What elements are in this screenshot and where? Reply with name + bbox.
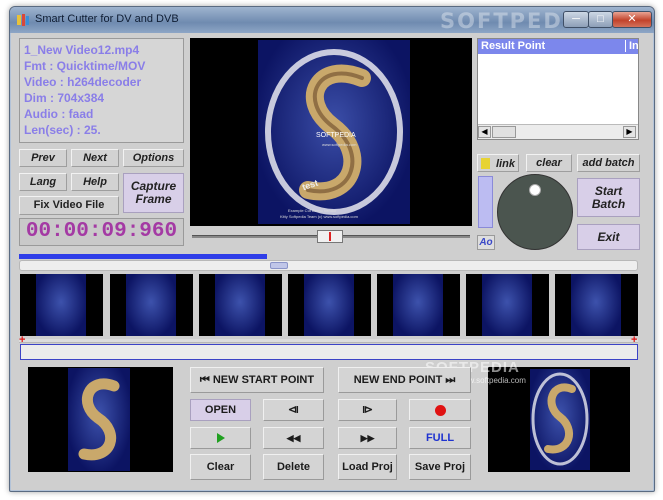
start-batch-button[interactable]: Start Batch: [577, 178, 640, 217]
capture-frame-button[interactable]: Capture Frame: [123, 173, 184, 213]
minimize-button[interactable]: ─: [563, 11, 589, 28]
file-info-panel: 1_New Video12.mp4 Fmt : Quicktime/MOV Vi…: [19, 38, 184, 143]
delete-button[interactable]: Delete: [263, 454, 324, 480]
client-area: 1_New Video12.mp4 Fmt : Quicktime/MOV Vi…: [11, 33, 653, 490]
position-slider-marker: [329, 232, 331, 241]
timecode-display: 00:00:09:960: [19, 218, 184, 246]
info-audio-codec: Audio : faad: [24, 107, 94, 121]
thumbnail-image: [126, 274, 176, 336]
app-window: Smart Cutter for DV and DVB SOFTPEDIA ─ …: [9, 6, 655, 492]
video-caption-line-1: Example Cut Demo Vendor: [288, 208, 337, 213]
new-start-point-button[interactable]: ⏮ NEW START POINT: [190, 367, 324, 393]
play-button[interactable]: [190, 427, 251, 449]
step-forward-frame-button[interactable]: ⧐: [338, 399, 397, 421]
playback-progress-bar: [19, 254, 267, 259]
close-button[interactable]: ✕: [612, 11, 652, 28]
clear-button[interactable]: Clear: [190, 454, 251, 480]
clear-list-button[interactable]: clear: [526, 154, 572, 172]
rewind-button[interactable]: ◀◀: [263, 427, 324, 449]
scroll-right-arrow-icon[interactable]: ▶: [623, 126, 636, 138]
goto-start-icon: ⏮: [199, 374, 210, 386]
thumbnail-image: [36, 274, 86, 336]
thumbnail-image: [215, 274, 265, 336]
video-overlay-url: www.softpedia.com: [322, 142, 357, 147]
audio-level-meter: [478, 176, 493, 228]
link-indicator-icon: [481, 158, 490, 169]
start-point-image: [68, 368, 130, 471]
s-logo-artwork: [78, 378, 120, 461]
column-in[interactable]: In: [625, 40, 638, 52]
step-back-frame-button[interactable]: ⧏: [263, 399, 324, 421]
step-back-frame-icon: ⧏: [288, 404, 299, 416]
rewind-icon: ◀◀: [286, 433, 301, 443]
video-caption-line-2: Kitty Softpedia Team (c) www.softpedia.c…: [280, 214, 358, 219]
scroll-left-arrow-icon[interactable]: ◀: [478, 126, 491, 138]
timeline-thumbnail[interactable]: [110, 274, 193, 336]
next-button[interactable]: Next: [71, 149, 119, 167]
new-end-point-label: NEW END POINT: [353, 374, 443, 386]
thumbnail-image: [571, 274, 621, 336]
fast-forward-button[interactable]: ▶▶: [338, 427, 397, 449]
info-length: Len(sec) : 25.: [24, 123, 101, 137]
info-format: Fmt : Quicktime/MOV: [24, 59, 146, 73]
link-label: link: [496, 158, 515, 170]
info-file-name: 1_New Video12.mp4: [24, 43, 140, 57]
result-point-list[interactable]: Result Point In ◀ ▶: [477, 38, 639, 140]
timeline-thumbnail[interactable]: [288, 274, 371, 336]
timeline-thumbnail[interactable]: [199, 274, 282, 336]
new-start-point-label: NEW START POINT: [212, 374, 315, 386]
timeline-scroll-thumb[interactable]: [270, 262, 288, 269]
timeline-scrollbar[interactable]: [19, 260, 638, 271]
timeline-thumbnail[interactable]: [466, 274, 549, 336]
fix-video-file-button[interactable]: Fix Video File: [19, 196, 119, 215]
cut-range-slider[interactable]: [19, 339, 638, 343]
thumbnail-image: [393, 274, 443, 336]
full-button[interactable]: FULL: [409, 427, 471, 449]
play-icon: [216, 433, 225, 444]
info-dimensions: Dim : 704x384: [24, 91, 105, 105]
result-list-header: Result Point In: [478, 39, 638, 54]
video-preview[interactable]: SOFTPEDIA www.softpedia.com test Example…: [190, 38, 472, 226]
new-end-point-button[interactable]: NEW END POINT ⏭: [338, 367, 471, 393]
language-button[interactable]: Lang: [19, 173, 67, 191]
step-forward-frame-icon: ⧐: [362, 404, 373, 416]
help-button[interactable]: Help: [71, 173, 119, 191]
record-icon: [434, 404, 446, 416]
segment-bar[interactable]: [20, 344, 638, 360]
window-title: Smart Cutter for DV and DVB: [35, 13, 179, 25]
load-project-button[interactable]: Load Proj: [338, 454, 397, 480]
save-project-button[interactable]: Save Proj: [409, 454, 471, 480]
info-video-codec: Video : h264decoder: [24, 75, 142, 89]
thumbnail-image: [304, 274, 354, 336]
timeline-thumbnail[interactable]: [20, 274, 103, 336]
app-icon: [17, 14, 29, 26]
s-logo-artwork: [531, 372, 589, 466]
prev-button[interactable]: Prev: [19, 149, 67, 167]
options-button[interactable]: Options: [123, 149, 184, 167]
exit-button[interactable]: Exit: [577, 224, 640, 250]
timeline-thumbnail[interactable]: [377, 274, 460, 336]
result-list-scroll-thumb[interactable]: [492, 126, 516, 138]
thumbnail-image: [482, 274, 532, 336]
result-list-horizontal-scrollbar[interactable]: ◀ ▶: [478, 124, 638, 139]
record-button[interactable]: [409, 399, 471, 421]
goto-end-icon: ⏭: [445, 374, 456, 386]
title-bar[interactable]: Smart Cutter for DV and DVB SOFTPEDIA ─ …: [10, 7, 654, 33]
link-button[interactable]: link: [477, 154, 519, 172]
fast-forward-icon: ▶▶: [360, 433, 375, 443]
open-button[interactable]: OPEN: [190, 399, 251, 421]
timeline-thumbnail[interactable]: [555, 274, 638, 336]
end-point-image: [530, 369, 590, 470]
column-result-point[interactable]: Result Point: [481, 40, 545, 52]
maximize-button[interactable]: □: [588, 11, 613, 28]
jog-wheel[interactable]: [497, 174, 573, 250]
jog-wheel-knob[interactable]: [529, 184, 541, 196]
audio-out-toggle[interactable]: Ao: [477, 235, 495, 250]
video-overlay-title: SOFTPEDIA: [316, 132, 356, 139]
start-point-preview: [28, 367, 173, 472]
video-frame: SOFTPEDIA www.softpedia.com test Example…: [258, 40, 410, 224]
add-batch-button[interactable]: add batch: [577, 154, 640, 172]
